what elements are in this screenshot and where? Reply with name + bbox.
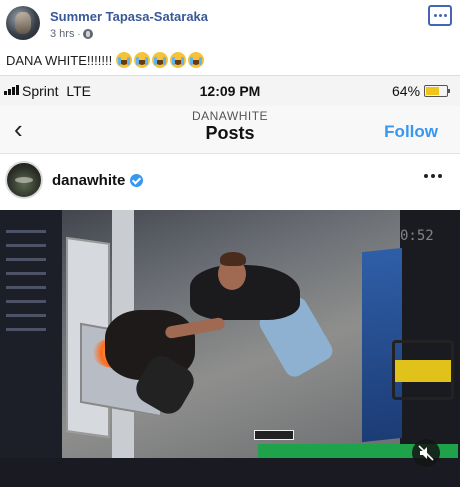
dot-icon <box>431 174 435 178</box>
ig-post-header: danawhite <box>0 154 460 210</box>
ig-nav-bar: ‹ DANAWHITE Posts Follow <box>0 106 460 154</box>
battery-percent: 64% <box>392 83 421 99</box>
meta-separator: · <box>77 29 81 39</box>
ig-avatar[interactable] <box>5 161 43 199</box>
follow-button[interactable]: Follow <box>384 122 438 142</box>
nav-username: DANAWHITE <box>191 109 269 123</box>
video-timestamp: 0:52 <box>400 228 434 244</box>
phone-status-bar: Sprint LTE 12:09 PM 64% <box>0 76 460 106</box>
post-text-body: DANA WHITE!!!!!!! <box>6 52 113 68</box>
battery-icon <box>424 85 450 97</box>
crying-face-icon <box>134 52 151 68</box>
post-options-button[interactable] <box>428 5 452 26</box>
crying-face-icon <box>152 52 169 68</box>
video-left-panel <box>0 210 62 460</box>
dot-icon <box>424 174 428 178</box>
video-bottom-bar <box>0 458 460 487</box>
author-avatar[interactable] <box>6 6 40 40</box>
author-name[interactable]: Summer Tapasa-Sataraka <box>50 9 208 24</box>
emoji-row <box>116 52 205 68</box>
ig-username[interactable]: danawhite <box>52 172 125 189</box>
battery-fill <box>426 87 439 95</box>
status-clock: 12:09 PM <box>199 83 261 99</box>
crying-face-icon <box>170 52 187 68</box>
post-meta: 3 hrs · <box>50 28 94 40</box>
dot-icon <box>438 14 442 17</box>
post-text: DANA WHITE!!!!!!! <box>6 52 205 68</box>
crying-face-icon <box>188 52 205 68</box>
ig-username-row[interactable]: danawhite <box>52 172 144 189</box>
video-label-box <box>254 430 294 440</box>
video-player[interactable]: 0:52 <box>0 210 460 487</box>
speaker-muted-icon <box>418 445 434 461</box>
dot-icon <box>433 14 437 17</box>
crying-face-icon <box>116 52 133 68</box>
video-wheelchair-seat <box>395 360 451 382</box>
video-right-panel <box>400 210 460 460</box>
video-figure-2-hair <box>220 252 246 266</box>
ig-more-button[interactable] <box>424 174 442 178</box>
attached-screenshot[interactable]: Sprint LTE 12:09 PM 64% ‹ DANAWHITE Post… <box>0 75 460 487</box>
globe-icon[interactable] <box>83 29 94 39</box>
verified-badge-icon <box>130 174 144 187</box>
mute-button[interactable] <box>412 439 440 467</box>
post-time[interactable]: 3 hrs <box>50 28 74 40</box>
fb-post-header: Summer Tapasa-Sataraka 3 hrs · <box>0 0 460 48</box>
dot-icon <box>443 14 447 17</box>
dot-icon <box>438 174 442 178</box>
